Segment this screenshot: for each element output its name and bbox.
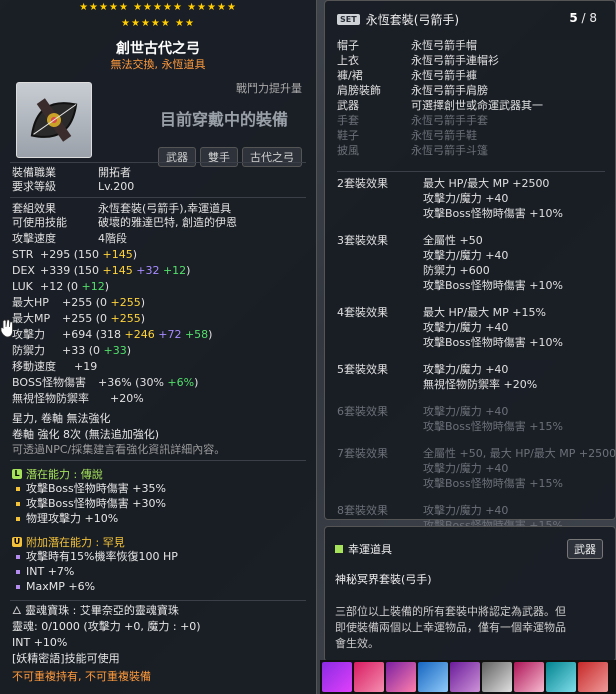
- stat-attack: 攻擊力 +694 (318 +246 +72 +58): [12, 328, 213, 341]
- unique-equip-warning: 不可重複持有, 不可重複裝備: [12, 670, 151, 683]
- bonus-line: MaxMP +6%: [12, 579, 178, 594]
- soul-gem-row: 🜂 靈魂寶珠 : 艾畢奈亞的靈魂寶珠: [12, 604, 179, 617]
- potential-line: 攻擊Boss怪物時傷害 +35%: [12, 481, 166, 496]
- skill-slot[interactable]: [354, 662, 384, 692]
- set-piece-row: 上衣 永恆弓箭手連帽衫: [337, 54, 499, 67]
- skill-slot[interactable]: [482, 662, 512, 692]
- set-effect-row: 2套裝效果 最大 HP/最大 MP +2500: [337, 177, 550, 190]
- skill-slot[interactable]: [546, 662, 576, 692]
- bow-icon: [30, 98, 78, 142]
- potential-line: 物理攻擊力 +10%: [12, 511, 166, 526]
- tag-two-handed: 雙手: [200, 147, 238, 167]
- item-tooltip: ★★★★★ ★★★★★ ★★★★★ ★★★★★ ★★ 創世古代之弓 無法交換, …: [0, 0, 317, 694]
- skill-slot[interactable]: [578, 662, 608, 692]
- item-icon-frame: [16, 82, 92, 158]
- skill-quickbar: [320, 660, 616, 694]
- potential-line: 攻擊Boss怪物時傷害 +30%: [12, 496, 166, 511]
- lucky-badge: 武器: [567, 539, 603, 559]
- tag-ancient-bow: 古代之弓: [242, 147, 302, 167]
- enhance-line-1: 星力, 卷軸 無法強化: [12, 412, 111, 425]
- set-piece-row: 披風 永恆弓箭手斗篷: [337, 144, 488, 157]
- bonus-potential-block: U 附加潛在能力 : 罕見 攻擊時有15%機率恢復100 HP INT +7% …: [12, 534, 178, 594]
- lucky-icon: [335, 545, 343, 553]
- set-effect-row: 4套裝效果 最大 HP/最大 MP +15%: [337, 306, 546, 319]
- potential-block: L 潛在能力 : 傳說 攻擊Boss怪物時傷害 +35% 攻擊Boss怪物時傷害…: [12, 466, 166, 526]
- skill-slot[interactable]: [450, 662, 480, 692]
- soul-int-row: INT +10%: [12, 636, 68, 649]
- bonus-potential-label: 附加潛在能力 : 罕見: [26, 535, 125, 549]
- bonus-line: 攻擊時有15%機率恢復100 HP: [12, 549, 178, 564]
- set-count: 5 / 8: [569, 11, 597, 25]
- set-effect-row: 8套裝效果 攻擊力/魔力 +40: [337, 504, 509, 517]
- potential-label: 潛在能力 : 傳說: [26, 467, 103, 481]
- tag-weapon: 武器: [158, 147, 196, 167]
- fairy-skill-row: [妖精密語]技能可使用: [12, 652, 120, 665]
- starforce-row-1: ★★★★★ ★★★★★ ★★★★★: [79, 2, 237, 13]
- set-piece-row: 褲/裙 永恆弓箭手褲: [337, 69, 477, 82]
- req-job: 裝備職業 開拓者: [12, 166, 131, 179]
- set-effect-row: 7套裝效果 全屬性 +50, 最大 HP/最大 MP +2500: [337, 447, 616, 460]
- skill-slot[interactable]: [514, 662, 544, 692]
- set-effect-row: 5套裝效果 攻擊力/魔力 +40: [337, 363, 509, 376]
- set-effect-panel: SET 永恆套裝(弓箭手) 5 / 8 帽子 永恆弓箭手帽上衣 永恆弓箭手連帽衫 褲/…: [324, 0, 616, 532]
- stat-max-mp: 最大MP +255 (0 +255): [12, 312, 146, 325]
- combat-power-label: 戰鬥力提升量: [236, 82, 302, 95]
- set-piece-row: 帽子 永恆弓箭手帽: [337, 39, 477, 52]
- stat-move-speed: 移動速度 +19: [12, 360, 98, 373]
- set-piece-row: 肩膀裝飾 永恆弓箭手肩膀: [337, 84, 488, 97]
- usable-skill-row: 可使用技能 破壞的雅達巴特, 創造的伊恩: [12, 216, 237, 229]
- lucky-desc-3: 會生效。: [335, 637, 379, 650]
- soul-count-row: 靈魂: 0/1000 (攻擊力 +0, 魔力 : +0): [12, 620, 201, 633]
- set-piece-row: 鞋子 永恆弓箭手鞋: [337, 129, 477, 142]
- hand-cursor-icon: [0, 319, 13, 338]
- lucky-desc-2: 即使裝備兩個以上幸運物品，僅有一個幸運物品: [335, 621, 566, 634]
- stat-defense: 防禦力 +33 (0 +33): [12, 344, 132, 357]
- set-effect-row: 6套裝效果 攻擊力/魔力 +40: [337, 405, 509, 418]
- stat-str: STR +295 (150 +145): [12, 248, 138, 261]
- flame-icon: 🜂: [12, 604, 26, 617]
- attack-speed-row: 攻擊速度 4階段: [12, 232, 127, 245]
- rare-icon: U: [12, 536, 22, 547]
- set-name: 永恆套裝(弓箭手): [365, 13, 460, 27]
- stat-boss-damage: BOSS怪物傷害 +36% (30% +6%): [12, 376, 199, 389]
- skill-slot[interactable]: [418, 662, 448, 692]
- set-badge: SET: [337, 14, 360, 25]
- stat-ignore-def: 無視怪物防禦率 +20%: [12, 392, 144, 405]
- item-name: 創世古代之弓: [116, 41, 200, 57]
- enhance-line-2: 卷軸 強化 8次 (無法追加強化): [12, 428, 160, 441]
- set-piece-row: 手套 永恆弓箭手手套: [337, 114, 488, 127]
- currently-equipped-label: 目前穿戴中的裝備: [160, 110, 289, 129]
- stat-max-hp: 最大HP +255 (0 +255): [12, 296, 146, 309]
- item-tags: 武器 雙手 古代之弓: [158, 147, 302, 167]
- set-piece-row: 武器 可選擇創世或命運武器其一: [337, 99, 543, 112]
- set-effect-row: 3套裝效果 全屬性 +50: [337, 234, 483, 247]
- starforce-row-2: ★★★★★ ★★: [121, 18, 195, 29]
- stat-dex: DEX +339 (150 +145 +32 +12): [12, 264, 191, 277]
- bonus-line: INT +7%: [12, 564, 178, 579]
- item-restriction: 無法交換, 永恆道具: [110, 58, 206, 71]
- lucky-item-panel: 幸運道具 武器 神秘冥界套裝(弓手) 三部位以上裝備的所有套裝中將認定為武器。但…: [324, 526, 616, 662]
- enhance-line-3: 可透過NPC/採集建言看強化資訊詳細內容。: [12, 443, 226, 456]
- skill-slot[interactable]: [386, 662, 416, 692]
- stat-luk: LUK +12 (0 +12): [12, 280, 110, 293]
- lucky-desc-1: 三部位以上裝備的所有套裝中將認定為武器。但: [335, 605, 566, 618]
- req-level: 要求等級 Lv.200: [12, 180, 135, 193]
- legendary-icon: L: [12, 468, 22, 479]
- lucky-item-name: 神秘冥界套裝(弓手): [335, 573, 432, 586]
- skill-slot[interactable]: [322, 662, 352, 692]
- lucky-title: 幸運道具: [348, 543, 392, 556]
- set-effect-row: 套組效果 永恆套裝(弓箭手),幸運道具: [12, 202, 232, 215]
